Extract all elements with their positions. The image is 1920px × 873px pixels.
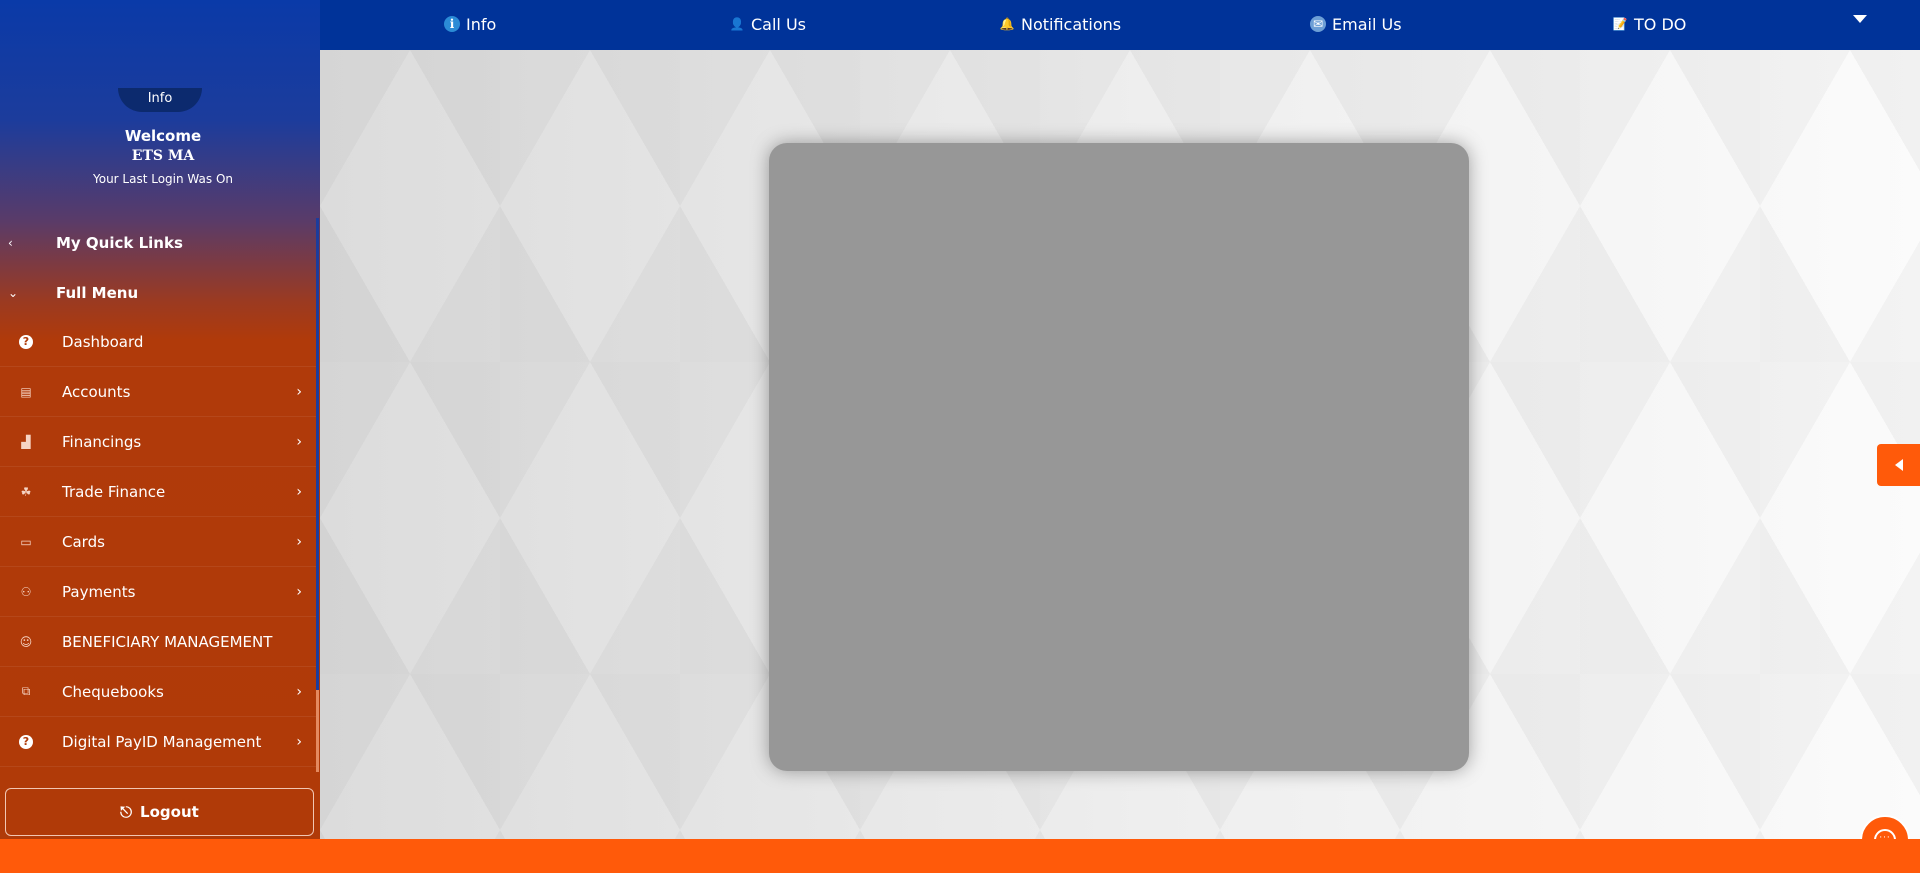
sidebar-item-label: Payments: [62, 582, 136, 601]
sidebar-item-beneficiary-management[interactable]: ☺ BENEFICIARY MANAGEMENT: [0, 617, 318, 667]
topnav-notifications[interactable]: 🔔 Notifications: [999, 0, 1122, 48]
wallet-icon: ▤: [20, 384, 32, 399]
full-menu-label: Full Menu: [56, 284, 139, 302]
handshake-icon: ☘: [20, 484, 32, 499]
sidebar-scrollbar-track[interactable]: [316, 218, 319, 772]
topnav-call-us[interactable]: 👤 Call Us: [729, 0, 806, 48]
sidebar-item-label: Dashboard: [62, 332, 144, 351]
chevron-right-icon: ›: [296, 583, 302, 600]
bar-chart-icon: ▟: [21, 434, 31, 449]
topnav-email-us[interactable]: ✉ Email Us: [1310, 0, 1402, 48]
chevron-right-icon: ›: [296, 483, 302, 500]
sidebar-item-label: Chequebooks: [62, 682, 164, 701]
topnav-info[interactable]: i Info: [444, 0, 496, 48]
sidebar-item-financings[interactable]: ▟ Financings ›: [0, 417, 318, 467]
sidebar-scrollbar-thumb[interactable]: [316, 690, 319, 772]
topnav-info-label: Info: [466, 14, 497, 34]
payment-icon: ⚇: [20, 584, 32, 599]
topnav-call-us-label: Call Us: [751, 14, 806, 34]
quick-links-label: My Quick Links: [56, 234, 183, 252]
chat-button[interactable]: ···: [1860, 815, 1910, 839]
bell-icon: 🔔: [999, 17, 1015, 31]
side-panel-toggle-button[interactable]: [1877, 444, 1920, 486]
chevron-right-icon: ›: [296, 683, 302, 700]
dropdown-caret-icon[interactable]: [1853, 15, 1867, 23]
mail-icon: ✉: [1310, 16, 1326, 32]
welcome-text: Welcome: [124, 127, 202, 145]
sidebar-item-label: Accounts: [62, 382, 131, 401]
topnav-email-us-label: Email Us: [1332, 14, 1402, 34]
username: ETS MA: [131, 148, 195, 164]
sidebar: Info Welcome ETS MA Your Last Login Was …: [0, 0, 320, 839]
help-circle-icon: ?: [19, 334, 33, 349]
chevron-left-icon: ‹: [8, 236, 13, 250]
topnav-todo-label: TO DO: [1634, 14, 1687, 34]
sidebar-item-chequebooks[interactable]: ⧉ Chequebooks ›: [0, 667, 318, 717]
sidebar-item-label: Digital PayID Management: [62, 732, 262, 751]
chevron-down-icon: ⌄: [8, 286, 19, 300]
chevron-right-icon: ›: [296, 533, 302, 550]
sidebar-item-label: BENEFICIARY MANAGEMENT: [62, 632, 273, 651]
card-icon: ▭: [20, 534, 32, 549]
info-icon: i: [444, 16, 460, 32]
person-icon: 👤: [729, 17, 745, 31]
sidebar-item-label: Trade Finance: [62, 482, 166, 501]
main-content: ···: [320, 50, 1920, 839]
logout-icon: ⎋: [120, 803, 133, 821]
sidebar-item-label: Cards: [62, 532, 105, 551]
quick-links-header[interactable]: ‹ My Quick Links: [0, 223, 318, 263]
logout-label: Logout: [140, 803, 199, 821]
loading-modal-placeholder: [769, 143, 1469, 771]
sidebar-item-dashboard[interactable]: ? Dashboard: [0, 317, 318, 367]
profile-info-tab[interactable]: Info: [118, 88, 202, 112]
full-menu-header[interactable]: ⌄ Full Menu: [0, 273, 318, 313]
sidebar-item-cards[interactable]: ▭ Cards ›: [0, 517, 318, 567]
help-circle-icon: ?: [19, 734, 33, 749]
chevron-right-icon: ›: [296, 733, 302, 750]
users-icon: ☺: [19, 634, 33, 649]
topnav-todo[interactable]: 📝 TO DO: [1612, 0, 1687, 48]
chevron-right-icon: ›: [296, 383, 302, 400]
last-login-text: Your Last Login Was On: [93, 172, 233, 186]
logout-button[interactable]: ⎋ Logout: [5, 788, 314, 836]
footer-bar: [0, 839, 1920, 873]
sidebar-item-payments[interactable]: ⚇ Payments ›: [0, 567, 318, 617]
chevron-right-icon: ›: [296, 433, 302, 450]
sidebar-item-label: Financings: [62, 432, 142, 451]
chequebook-icon: ⧉: [21, 684, 31, 698]
sidebar-item-accounts[interactable]: ▤ Accounts ›: [0, 367, 318, 417]
topnav-notifications-label: Notifications: [1021, 14, 1122, 34]
sidebar-item-digital-payid-management[interactable]: ? Digital PayID Management ›: [0, 717, 318, 767]
chat-icon: ···: [1874, 829, 1896, 839]
checklist-icon: 📝: [1612, 17, 1628, 31]
sidebar-item-trade-finance[interactable]: ☘ Trade Finance ›: [0, 467, 318, 517]
